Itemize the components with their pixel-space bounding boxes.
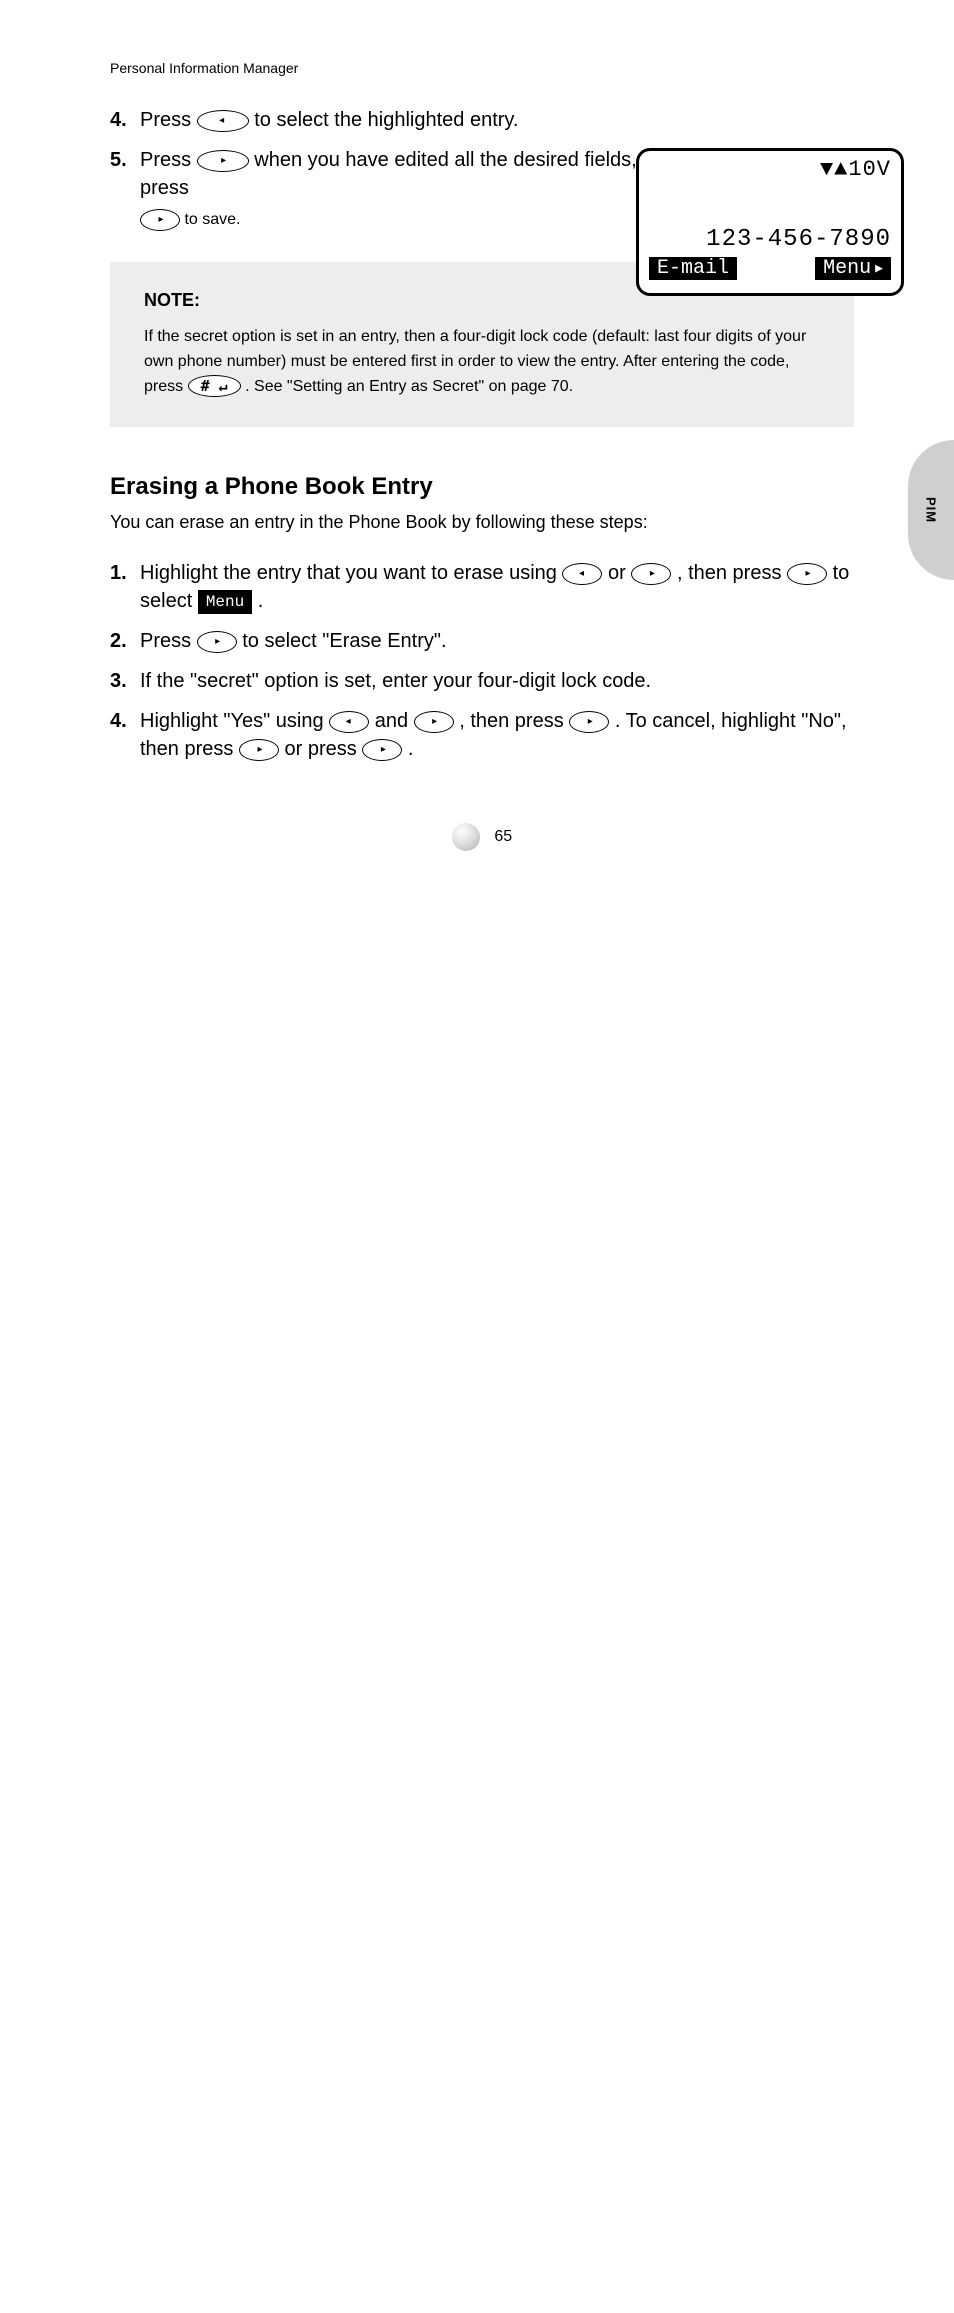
step-text: Press [140,149,197,171]
step-number: 2. [110,627,140,655]
done-button-icon [197,150,249,172]
lcd-screen: ▼▲10V 123-456-7890 E-mail Menu▶ [636,148,904,296]
lcd-softkey-left: E-mail [649,257,737,280]
up-button-icon [562,563,602,585]
step-text: Highlight the entry that you want to era… [140,562,562,584]
step-number: 4. [110,707,140,763]
step-text: Highlight "Yes" using [140,710,329,732]
back-button-icon [362,739,402,761]
step-number: 4. [110,106,140,134]
step-text: If the "secret" option is set, enter you… [140,670,651,692]
menu-button-icon [787,563,827,585]
note-text: . See "Setting an Entry as Secret" on pa… [245,378,573,395]
step-text: , then press [677,562,787,584]
lcd-softkey-right: Menu▶ [815,257,891,280]
step-text: to select "Erase Entry". [242,630,446,652]
menu-softkey-label: Menu [198,590,252,614]
lcd-indicator: ▼▲10V [649,157,891,182]
step-text: . [258,590,264,612]
section-desc: You can erase an entry in the Phone Book… [110,509,854,535]
step-text: or press [285,738,363,760]
step-text: or [608,562,631,584]
page-dot-icon [452,823,480,851]
down-button-icon [631,563,671,585]
step-number: 1. [110,559,140,615]
select-button-icon [197,631,237,653]
lcd-number: 123-456-7890 [649,226,891,253]
erase-step-2: 2. Press to select "Erase Entry". [110,627,854,655]
step-text: Press [140,109,197,131]
up-button-icon [329,711,369,733]
step-text: , then press [459,710,569,732]
step-text: . [408,738,414,760]
select-button-icon [569,711,609,733]
section-title-erase: Erasing a Phone Book Entry [110,473,854,501]
step-4: 4. Press to select the highlighted entry… [110,106,854,134]
step-text: to select the highlighted entry. [254,109,518,131]
step-number: 3. [110,667,140,695]
page-number: 65 [110,823,854,851]
select-button-icon [239,739,279,761]
down-button-icon [414,711,454,733]
step-number: 5. [110,146,140,232]
edit-button-icon [197,110,249,132]
erase-step-3: 3. If the "secret" option is set, enter … [110,667,854,695]
step-text: Press [140,630,197,652]
page-header: Personal Information Manager [110,60,854,76]
erase-step-4: 4. Highlight "Yes" using and , then pres… [110,707,854,763]
step-text: and [375,710,414,732]
hash-key-icon: # ↵ [188,375,241,397]
step-text: to save. [184,211,240,228]
done-button-icon [140,209,180,231]
erase-step-1: 1. Highlight the entry that you want to … [110,559,854,615]
